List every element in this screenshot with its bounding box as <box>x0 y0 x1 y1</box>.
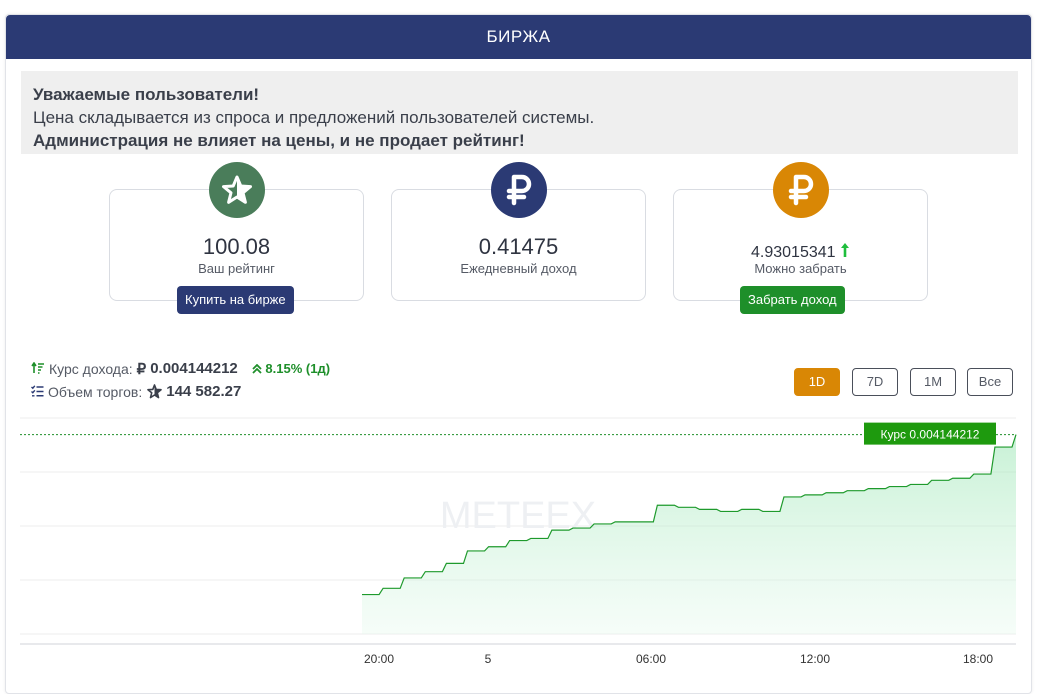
exchange-stats: Курс дохода: ₽ 0.004144212 8.15% (1д) Об… <box>31 357 330 403</box>
x-tick-label: 20:00 <box>364 652 394 666</box>
sort-up-icon <box>31 361 45 377</box>
range-1m-button[interactable]: 1M <box>910 368 956 396</box>
current-price-label: Курс 0.004144212 <box>881 428 980 442</box>
ruble-icon <box>491 162 547 218</box>
range-7d-button[interactable]: 7D <box>852 368 898 396</box>
star-half-icon <box>147 383 163 400</box>
ruble-icon <box>773 162 829 218</box>
rate-value: 0.004144212 <box>150 360 238 377</box>
notice-text: Цена складывается из спроса и предложени… <box>33 108 595 127</box>
notice-greeting: Уважаемые пользователи! <box>33 85 260 104</box>
volume-row: Объем торгов: 144 582.27 <box>31 380 330 403</box>
x-tick-label: 06:00 <box>636 652 666 666</box>
range-all-button[interactable]: Все <box>967 368 1013 396</box>
panel-title: БИРЖА <box>6 15 1031 59</box>
volume-label: Объем торгов: <box>48 383 143 400</box>
daily-income-label: Ежедневный доход <box>460 261 577 276</box>
rating-value: 100.08 <box>202 234 271 259</box>
star-icon <box>209 162 265 218</box>
range-1d-button[interactable]: 1D <box>794 368 840 396</box>
rate-change: 8.15% (1д) <box>252 361 330 376</box>
daily-income-value: 0.41475 <box>478 234 559 259</box>
rate-change-value: 8.15% (1д) <box>265 361 331 376</box>
x-axis-ticks: 20:00 5 06:00 12:00 18:00 <box>364 652 993 666</box>
x-tick-label: 12:00 <box>800 652 830 666</box>
checklist-icon <box>31 384 44 400</box>
withdraw-value-row: 4.93015341 <box>674 242 927 262</box>
notice-disclaimer: Администрация не влияет на цены, и не пр… <box>33 131 525 150</box>
rate-chart[interactable]: METEEX Курс 0.004144212 20:00 5 06:00 12:00… <box>0 410 1038 675</box>
rating-label: Ваш рейтинг <box>198 261 275 276</box>
x-tick-label: 5 <box>485 652 492 666</box>
rate-label: Курс дохода: <box>49 360 133 377</box>
volume-value: 144 582.27 <box>166 383 242 400</box>
rate-row: Курс дохода: ₽ 0.004144212 8.15% (1д) <box>31 357 330 380</box>
daily-income-card: 0.41475 Ежедневный доход <box>391 162 646 301</box>
withdraw-value: 4.93015341 <box>751 244 836 261</box>
rating-card: 100.08 Ваш рейтинг Купить на бирже <box>109 162 364 314</box>
buy-on-exchange-button[interactable]: Купить на бирже <box>177 286 294 314</box>
x-tick-label: 18:00 <box>963 652 993 666</box>
arrow-up-icon <box>840 243 850 261</box>
withdraw-income-button[interactable]: Забрать доход <box>740 286 845 314</box>
withdraw-card: 4.93015341 Можно забрать Забрать доход <box>673 162 928 314</box>
double-chevron-up-icon <box>252 361 266 376</box>
notice-box: Уважаемые пользователи! Цена складываетс… <box>21 71 1018 154</box>
rate-currency: ₽ <box>136 360 147 378</box>
withdraw-label: Можно забрать <box>754 261 847 276</box>
